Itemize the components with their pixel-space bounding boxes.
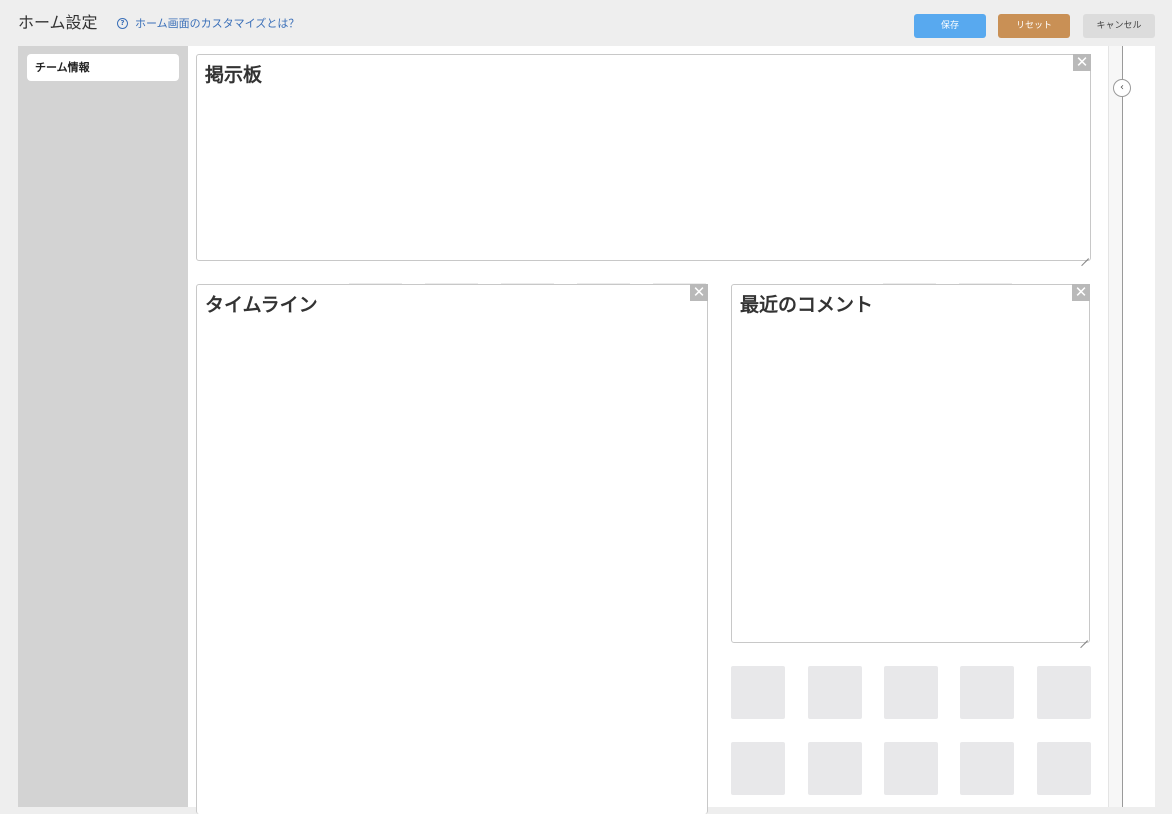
resize-handle[interactable] — [1080, 633, 1088, 641]
grid-placeholder — [731, 742, 785, 795]
widget-title: タイムライン — [205, 294, 318, 316]
header-bar: ホーム設定 ? ホーム画面のカスタマイズとは？ 保存 リセット キャンセル — [0, 0, 1172, 46]
help-link-label: ホーム画面のカスタマイズとは？ — [135, 17, 300, 30]
close-icon[interactable]: ✕ — [690, 284, 708, 301]
panel-gutter — [1108, 46, 1123, 807]
grid-placeholder — [960, 666, 1014, 719]
right-panel — [1123, 46, 1155, 807]
help-link[interactable]: ? ホーム画面のカスタマイズとは？ — [117, 15, 299, 31]
cancel-button[interactable]: キャンセル — [1083, 14, 1155, 38]
grid-placeholder — [808, 666, 862, 719]
widget-title: 掲示板 — [205, 64, 263, 86]
chevron-left-icon[interactable]: ‹ — [1113, 79, 1131, 97]
question-circle-icon: ? — [117, 17, 128, 29]
grid-placeholder — [1037, 666, 1091, 719]
widget-sidebar: チーム情報 — [18, 46, 188, 807]
reset-button[interactable]: リセット — [998, 14, 1070, 38]
grid-placeholder — [884, 742, 938, 795]
grid-placeholder — [731, 666, 785, 719]
save-button[interactable]: 保存 — [914, 14, 986, 38]
sidebar-item-team-info[interactable]: チーム情報 — [27, 54, 179, 81]
grid-placeholder — [884, 666, 938, 719]
close-icon[interactable]: ✕ — [1072, 284, 1090, 301]
close-icon[interactable]: ✕ — [1073, 54, 1091, 71]
resize-handle[interactable] — [1081, 251, 1089, 259]
grid-placeholder — [960, 742, 1014, 795]
page-title: ホーム設定 — [18, 13, 98, 32]
widget-title: 最近のコメント — [740, 294, 874, 316]
widget-recent-comments[interactable]: 最近のコメント ✕ — [731, 284, 1090, 643]
widget-timeline[interactable]: タイムライン ✕ — [196, 284, 708, 814]
grid-placeholder — [1037, 742, 1091, 795]
grid-placeholder — [808, 742, 862, 795]
widget-board[interactable]: 掲示板 ✕ — [196, 54, 1091, 261]
